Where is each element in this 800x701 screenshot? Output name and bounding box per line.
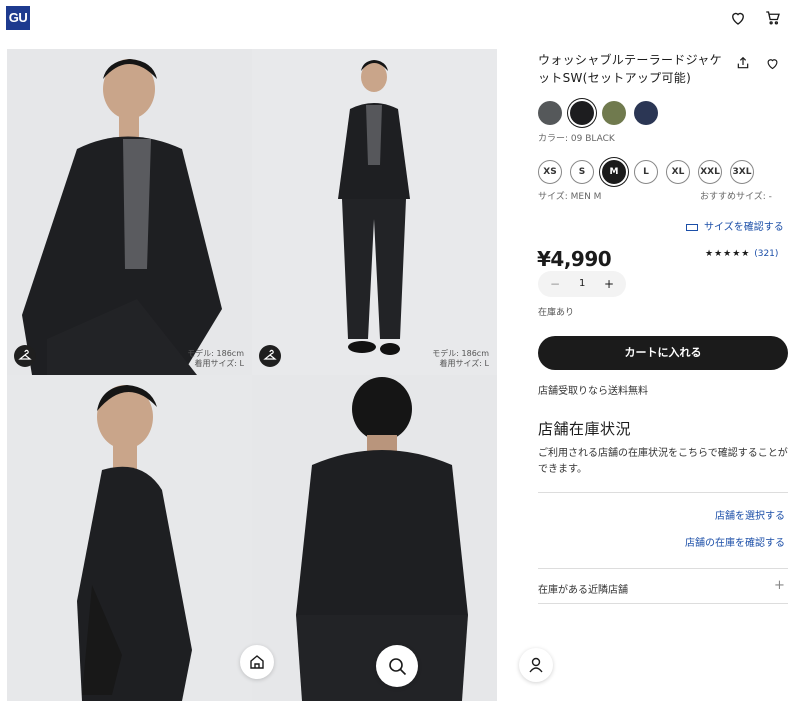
- heart-icon[interactable]: [729, 9, 747, 27]
- select-store-link[interactable]: 店舗を選択する: [715, 507, 785, 522]
- rating-stars: ★★★★★: [705, 249, 751, 259]
- color-swatch-black[interactable]: [570, 101, 594, 125]
- divider: [538, 603, 788, 604]
- stock-status: 在庫あり: [538, 308, 575, 318]
- hanger-icon[interactable]: [14, 345, 36, 367]
- ruler-icon: [686, 223, 698, 231]
- product-image-gallery: モデル: 186cm 着用サイズ: L モデル: 186cm 着用サイズ: L: [7, 49, 497, 701]
- size-label: サイズ: MEN M: [538, 192, 602, 202]
- divider: [538, 568, 788, 569]
- size-option-m[interactable]: M: [602, 160, 626, 184]
- free-shipping-note: 店舗受取りなら送料無料: [538, 386, 648, 397]
- cart-icon[interactable]: [764, 9, 782, 27]
- rating[interactable]: ★★★★★ (321): [705, 249, 778, 259]
- check-store-stock-link[interactable]: 店舗の在庫を確認する: [685, 534, 785, 549]
- size-check-link[interactable]: サイズを確認する: [686, 218, 784, 233]
- quantity-value: 1: [579, 278, 586, 289]
- product-photo-side[interactable]: [7, 375, 252, 701]
- add-to-cart-button[interactable]: カートに入れる: [538, 336, 788, 370]
- size-option-s[interactable]: S: [570, 160, 594, 184]
- home-icon[interactable]: [240, 645, 274, 679]
- size-option-3xl[interactable]: 3XL: [730, 160, 754, 184]
- gu-logo[interactable]: GU: [6, 6, 30, 30]
- product-photo-standing[interactable]: モデル: 186cm 着用サイズ: L: [252, 49, 497, 375]
- review-count[interactable]: (321): [754, 249, 778, 259]
- model-size-note: モデル: 186cm 着用サイズ: L: [432, 349, 489, 368]
- hanger-icon[interactable]: [259, 345, 281, 367]
- color-swatch-navy[interactable]: [634, 101, 658, 125]
- size-option-l[interactable]: L: [634, 160, 658, 184]
- store-stock-description: ご利用される店舗の在庫状況をこちらで確認することができます。: [538, 448, 788, 475]
- recommended-size: おすすめサイズ: -: [700, 192, 772, 202]
- size-option-xl[interactable]: XL: [666, 160, 690, 184]
- nearby-stores-toggle[interactable]: 在庫がある近隣店舗: [538, 581, 628, 596]
- color-swatch-olive[interactable]: [602, 101, 626, 125]
- favorite-heart-icon[interactable]: [765, 56, 780, 71]
- search-icon[interactable]: [376, 645, 418, 687]
- size-option-xs[interactable]: XS: [538, 160, 562, 184]
- product-photo-seated[interactable]: モデル: 186cm 着用サイズ: L: [7, 49, 252, 375]
- store-stock-heading: 店舗在庫状況: [538, 420, 632, 438]
- account-icon[interactable]: [519, 648, 553, 682]
- color-swatch-gray[interactable]: [538, 101, 562, 125]
- product-title: ウォッシャブルテーラードジャケットSW(セットアップ可能): [538, 53, 722, 85]
- divider: [538, 492, 788, 493]
- model-size-note: モデル: 186cm 着用サイズ: L: [187, 349, 244, 368]
- product-photo-back[interactable]: [252, 375, 497, 701]
- color-label: カラー: 09 BLACK: [538, 134, 615, 144]
- increment-button[interactable]: +: [604, 271, 614, 297]
- quantity-stepper: − 1 +: [538, 271, 626, 297]
- decrement-button[interactable]: −: [550, 271, 560, 297]
- share-icon[interactable]: [735, 55, 751, 71]
- price: ¥4,990: [537, 247, 612, 271]
- expand-plus-icon[interactable]: +: [774, 578, 785, 593]
- size-option-xxl[interactable]: XXL: [698, 160, 722, 184]
